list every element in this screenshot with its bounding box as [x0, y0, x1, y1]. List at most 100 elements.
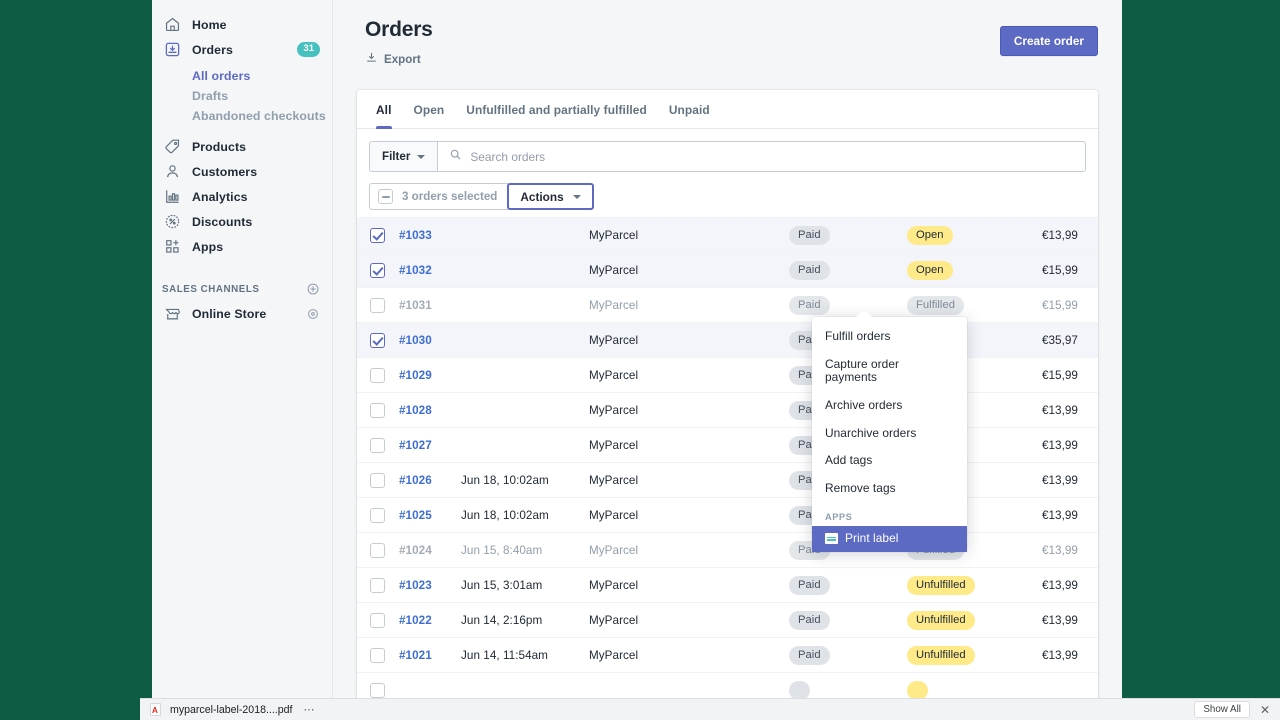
table-row[interactable]: #1029 MyParcel Paid Open €15,99	[357, 358, 1098, 393]
row-checkbox-cell[interactable]	[357, 533, 399, 568]
table-row[interactable]: #1021 Jun 14, 11:54am MyParcel Paid Unfu…	[357, 638, 1098, 673]
table-row[interactable]: #1031 MyParcel Paid Fulfilled €15,99	[357, 288, 1098, 323]
row-checkbox[interactable]	[370, 683, 385, 698]
search-wrap	[438, 142, 1085, 171]
table-row[interactable]: #1028 MyParcel Paid Open €13,99	[357, 393, 1098, 428]
close-icon[interactable]: ✕	[1258, 703, 1276, 717]
order-total-cell: €13,99	[1035, 218, 1098, 253]
sidebar-item-label: Customers	[192, 165, 257, 179]
menu-item-fulfill-orders[interactable]: Fulfill orders	[812, 323, 967, 351]
row-checkbox-cell[interactable]	[357, 253, 399, 288]
sidebar-item-online-store[interactable]: Online Store	[152, 301, 332, 326]
order-number-cell[interactable]: #1033	[399, 218, 461, 253]
order-number-cell[interactable]: #1027	[399, 428, 461, 463]
actions-button[interactable]: Actions	[507, 183, 593, 210]
menu-item-capture-order-payments[interactable]: Capture order payments	[812, 351, 967, 392]
row-checkbox[interactable]	[370, 333, 385, 348]
order-number-cell[interactable]: #1024	[399, 533, 461, 568]
order-number-cell[interactable]: #1031	[399, 288, 461, 323]
bulk-select-group[interactable]: 3 orders selected	[369, 183, 508, 210]
export-button[interactable]: Export	[365, 51, 421, 67]
filter-button[interactable]: Filter	[370, 142, 438, 171]
sidebar-item-products[interactable]: Products	[152, 134, 332, 159]
row-checkbox[interactable]	[370, 648, 385, 663]
eye-icon[interactable]	[306, 307, 320, 321]
order-number-cell[interactable]: #1030	[399, 323, 461, 358]
row-checkbox[interactable]	[370, 613, 385, 628]
tab-unpaid[interactable]: Unpaid	[658, 90, 721, 128]
row-checkbox-cell[interactable]	[357, 288, 399, 323]
row-checkbox[interactable]	[370, 438, 385, 453]
table-row[interactable]: #1026 Jun 18, 10:02am MyParcel Paid Open…	[357, 463, 1098, 498]
payment-status-cell: Paid	[789, 638, 907, 673]
menu-item-remove-tags[interactable]: Remove tags	[812, 475, 967, 503]
show-all-downloads-button[interactable]: Show All	[1194, 701, 1250, 718]
sidebar-item-orders[interactable]: Orders 31	[152, 37, 332, 62]
menu-item-add-tags[interactable]: Add tags	[812, 447, 967, 475]
row-checkbox-cell[interactable]	[357, 673, 399, 699]
table-row[interactable]: #1024 Jun 15, 8:40am MyParcel Paid Fulfi…	[357, 533, 1098, 568]
row-checkbox[interactable]	[370, 228, 385, 243]
order-number-cell[interactable]: #1028	[399, 393, 461, 428]
table-row[interactable]: #1022 Jun 14, 2:16pm MyParcel Paid Unful…	[357, 603, 1098, 638]
sidebar-subitem-drafts[interactable]: Drafts	[152, 86, 332, 106]
row-checkbox-cell[interactable]	[357, 358, 399, 393]
bar-chart-icon	[162, 187, 182, 207]
order-number-cell[interactable]: #1025	[399, 498, 461, 533]
row-checkbox-cell[interactable]	[357, 463, 399, 498]
plus-circle-icon[interactable]	[306, 282, 320, 296]
filter-bar: Filter	[369, 141, 1086, 172]
status-badge: Paid	[789, 261, 830, 280]
order-number-cell[interactable]: #1022	[399, 603, 461, 638]
search-input[interactable]	[470, 150, 1074, 164]
row-checkbox[interactable]	[370, 403, 385, 418]
row-checkbox-cell[interactable]	[357, 568, 399, 603]
order-number-cell[interactable]	[399, 673, 461, 699]
tab-open[interactable]: Open	[403, 90, 456, 128]
download-overflow-menu-icon[interactable]: ⋯	[303, 703, 315, 716]
table-row[interactable]: #1033 MyParcel Paid Open €13,99	[357, 218, 1098, 253]
table-row[interactable]: #1023 Jun 15, 3:01am MyParcel Paid Unful…	[357, 568, 1098, 603]
order-number-cell[interactable]: #1026	[399, 463, 461, 498]
menu-item-print-label[interactable]: Print label	[812, 526, 967, 552]
sidebar-item-customers[interactable]: Customers	[152, 159, 332, 184]
row-checkbox-cell[interactable]	[357, 498, 399, 533]
table-row[interactable]: #1030 MyParcel Paid Open €35,97	[357, 323, 1098, 358]
table-row-partial[interactable]	[357, 673, 1098, 699]
menu-item-unarchive-orders[interactable]: Unarchive orders	[812, 420, 967, 448]
tab-unfulfilled-and-partially-fulfilled[interactable]: Unfulfilled and partially fulfilled	[455, 90, 658, 128]
sidebar-subitem-all-orders[interactable]: All orders	[152, 66, 332, 86]
order-total-cell: €13,99	[1035, 498, 1098, 533]
row-checkbox-cell[interactable]	[357, 323, 399, 358]
row-checkbox-cell[interactable]	[357, 393, 399, 428]
select-all-checkbox[interactable]	[378, 189, 393, 204]
row-checkbox[interactable]	[370, 578, 385, 593]
table-row[interactable]: #1032 MyParcel Paid Open €15,99	[357, 253, 1098, 288]
row-checkbox[interactable]	[370, 543, 385, 558]
row-checkbox-cell[interactable]	[357, 218, 399, 253]
tab-all[interactable]: All	[365, 90, 403, 128]
download-item[interactable]: myparcel-label-2018....pdf ⋯	[150, 703, 315, 716]
row-checkbox[interactable]	[370, 473, 385, 488]
order-number-cell[interactable]: #1029	[399, 358, 461, 393]
sidebar-item-discounts[interactable]: Discounts	[152, 209, 332, 234]
row-checkbox[interactable]	[370, 263, 385, 278]
menu-item-archive-orders[interactable]: Archive orders	[812, 392, 967, 420]
row-checkbox-cell[interactable]	[357, 603, 399, 638]
order-number-cell[interactable]: #1032	[399, 253, 461, 288]
order-number-cell[interactable]: #1023	[399, 568, 461, 603]
row-checkbox[interactable]	[370, 368, 385, 383]
sidebar-item-analytics[interactable]: Analytics	[152, 184, 332, 209]
order-number-cell[interactable]: #1021	[399, 638, 461, 673]
row-checkbox-cell[interactable]	[357, 428, 399, 463]
table-row[interactable]: #1027 MyParcel Paid Open €13,99	[357, 428, 1098, 463]
order-total-cell: €13,99	[1035, 393, 1098, 428]
table-row[interactable]: #1025 Jun 18, 10:02am MyParcel Paid Open…	[357, 498, 1098, 533]
create-order-button[interactable]: Create order	[1000, 26, 1098, 56]
row-checkbox[interactable]	[370, 508, 385, 523]
sidebar-item-apps[interactable]: Apps	[152, 234, 332, 259]
sidebar-item-home[interactable]: Home	[152, 12, 332, 37]
row-checkbox-cell[interactable]	[357, 638, 399, 673]
row-checkbox[interactable]	[370, 298, 385, 313]
sidebar-subitem-abandoned-checkouts[interactable]: Abandoned checkouts	[152, 106, 332, 126]
